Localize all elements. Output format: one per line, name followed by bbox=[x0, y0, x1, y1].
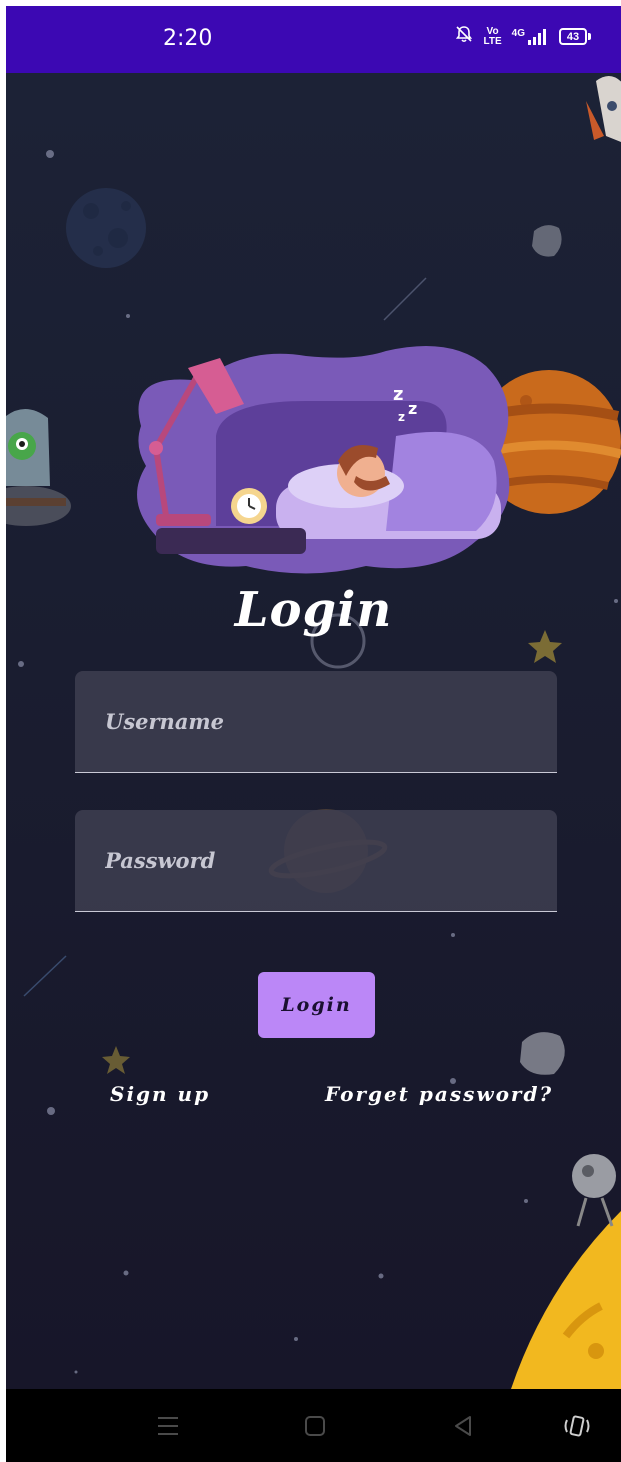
svg-text:z: z bbox=[398, 410, 405, 424]
password-input[interactable] bbox=[75, 810, 557, 911]
svg-text:z: z bbox=[408, 399, 417, 418]
battery-icon: 43 bbox=[559, 28, 591, 45]
svg-text:z: z bbox=[393, 384, 403, 405]
menu-icon[interactable] bbox=[138, 1389, 198, 1462]
back-icon[interactable] bbox=[433, 1389, 493, 1462]
username-input[interactable] bbox=[75, 671, 557, 772]
bell-off-icon bbox=[454, 24, 474, 49]
phone-screen: 2:20 Vo LTE 4G 43 z z z Login Username L… bbox=[6, 6, 621, 1462]
status-icons: Vo LTE 4G 43 bbox=[454, 24, 591, 49]
forgot-password-link[interactable]: Forget password? bbox=[325, 1082, 553, 1106]
signal-icon: 4G bbox=[512, 28, 549, 46]
login-button[interactable]: Login bbox=[258, 972, 375, 1038]
status-bar: 2:20 Vo LTE 4G 43 bbox=[6, 6, 621, 73]
navigation-bar bbox=[6, 1389, 621, 1462]
status-time: 2:20 bbox=[163, 26, 213, 51]
volte-icon: Vo LTE bbox=[483, 25, 502, 47]
password-field[interactable] bbox=[75, 810, 557, 912]
username-field[interactable] bbox=[75, 671, 557, 773]
page-title: Login bbox=[234, 582, 393, 638]
home-icon[interactable] bbox=[285, 1389, 345, 1462]
signup-link[interactable]: Sign up bbox=[110, 1082, 210, 1106]
rotate-icon[interactable] bbox=[547, 1389, 607, 1462]
